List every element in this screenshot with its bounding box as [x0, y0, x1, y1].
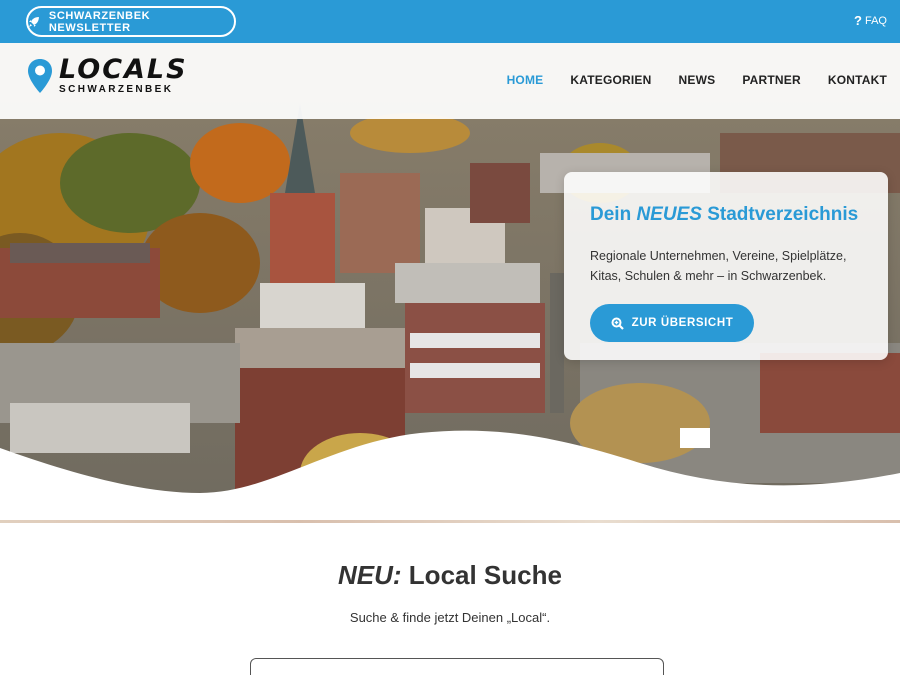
nav-item-kategorien[interactable]: KATEGORIEN	[570, 73, 651, 87]
hero-text: Regionale Unternehmen, Vereine, Spielplä…	[590, 249, 847, 283]
main-menu: HOME KATEGORIEN NEWS PARTNER KONTAKT	[507, 73, 887, 87]
logo-subtitle: SCHWARZENBEK	[59, 84, 174, 95]
overview-button[interactable]: ZUR ÜBERSICHT	[590, 304, 754, 342]
nav-item-partner[interactable]: PARTNER	[742, 73, 801, 87]
faq-label: FAQ	[864, 14, 887, 27]
newsletter-label: SCHWARZENBEK NEWSLETTER	[48, 9, 151, 34]
search-section-title: NEU: Local Suche	[338, 560, 562, 590]
hero-card: Dein NEUES Stadtverzeichnis Regionale Un…	[564, 172, 888, 360]
search-section-subtitle: Suche & finde jetzt Deinen „Local“.	[349, 610, 551, 625]
section-divider	[0, 520, 900, 523]
nav-item-news[interactable]: NEWS	[679, 73, 716, 87]
main-navbar: LOCALS SCHWARZENBEK HOME KATEGORIEN NEWS…	[0, 43, 900, 119]
local-search-box[interactable]	[250, 658, 664, 675]
hero-heading: Dein NEUES Stadtverzeichnis	[590, 204, 859, 225]
question-icon: ?	[854, 13, 862, 28]
newsletter-button[interactable]: SCHWARZENBEK NEWSLETTER	[26, 6, 236, 37]
site-logo[interactable]: LOCALS SCHWARZENBEK	[27, 54, 188, 95]
nav-item-kontakt[interactable]: KONTAKT	[828, 73, 887, 87]
nav-item-home[interactable]: HOME	[507, 73, 544, 87]
faq-link[interactable]: ? FAQ	[854, 13, 887, 28]
local-search-input[interactable]	[251, 659, 663, 675]
top-bar: SCHWARZENBEK NEWSLETTER ? FAQ	[0, 0, 900, 43]
overview-button-label: ZUR ÜBERSICHT	[631, 317, 734, 329]
logo-wordmark: LOCALS	[59, 54, 188, 85]
map-pin-icon	[28, 59, 52, 93]
search-zoom-icon	[611, 317, 624, 330]
rocket-icon	[28, 16, 39, 27]
